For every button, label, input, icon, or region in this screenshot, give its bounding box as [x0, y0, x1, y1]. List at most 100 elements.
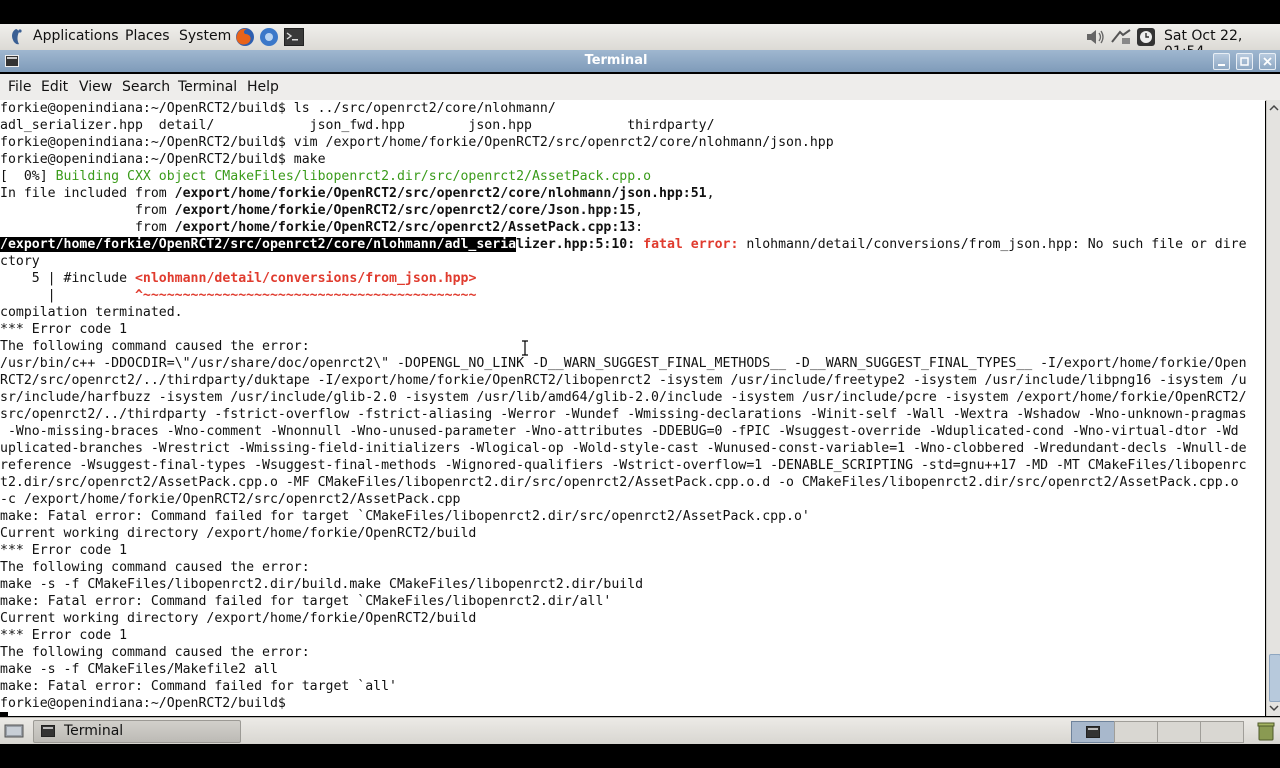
- window-title: Terminal: [584, 53, 648, 68]
- mail-client-icon[interactable]: [258, 26, 280, 48]
- caret-marker: ^~~~~~~~~~~~~~~~~~~~~~~~~~~~~~~~~~~~~~~~…: [134, 288, 477, 303]
- terminal-line: adl_serializer.hpp detail/ json_fwd.hpp …: [0, 118, 715, 133]
- terminal-line: /usr/bin/c++ -DDOCDIR=\"/usr/share/doc/o…: [0, 356, 1247, 371]
- terminal-line: reference -Wsuggest-final-types -Wsugges…: [0, 458, 1247, 473]
- include-path: /export/home/forkie/OpenRCT2/src/openrct…: [174, 186, 707, 201]
- trash-icon[interactable]: [1257, 721, 1275, 741]
- workspace-switcher[interactable]: [1071, 721, 1115, 743]
- terminal-line: -Wno-missing-braces -Wno-comment -Wnonnu…: [0, 424, 1239, 439]
- menu-view[interactable]: View: [79, 79, 112, 95]
- menu-edit[interactable]: Edit: [41, 79, 68, 95]
- close-icon: [1263, 57, 1272, 66]
- terminal-line: Current working directory /export/home/f…: [0, 611, 477, 626]
- terminal-line: *** Error code 1: [0, 322, 128, 337]
- terminal-line: forkie@openindiana:~/OpenRCT2/build$: [0, 696, 294, 711]
- caret-prefix: |: [0, 288, 135, 303]
- terminal-line: make -s -f CMakeFiles/Makefile2 all: [0, 662, 278, 677]
- clock-icon[interactable]: [1136, 27, 1156, 47]
- terminal-line: Current working directory /export/home/f…: [0, 526, 477, 541]
- window-titlebar[interactable]: Terminal: [0, 50, 1280, 72]
- terminal-line: compilation terminated.: [0, 305, 183, 320]
- terminal-task-icon: [41, 725, 55, 737]
- firefox-icon[interactable]: [234, 26, 256, 48]
- include-path: /export/home/forkie/OpenRCT2/src/openrct…: [174, 203, 636, 218]
- system-menu[interactable]: System: [179, 28, 231, 44]
- task-label: Terminal: [64, 723, 124, 739]
- error-location: lizer.hpp:5:10:: [516, 237, 636, 252]
- terminal-line: | ^~~~~~~~~~~~~~~~~~~~~~~~~~~~~~~~~~~~~~…: [0, 287, 1265, 304]
- terminal-line: -c /export/home/forkie/OpenRCT2/src/open…: [0, 492, 461, 507]
- terminal-line: In file included from /export/home/forki…: [0, 185, 1265, 202]
- menubar: File Edit View Search Terminal Help: [0, 74, 1280, 101]
- error-message: nlohmann/detail/conversions/from_json.hp…: [738, 237, 1247, 252]
- terminal-line: The following command caused the error:: [0, 560, 310, 575]
- terminal-line: t2.dir/src/openrct2/AssetPack.cpp.o -MF …: [0, 475, 1239, 490]
- include-sep: :: [635, 220, 644, 235]
- terminal-line: make: Fatal error: Command failed for ta…: [0, 594, 612, 609]
- network-icon[interactable]: [1110, 28, 1132, 46]
- include-sep: ,: [706, 186, 715, 201]
- source-prefix: 5 | #include: [0, 271, 135, 286]
- bottom-panel: Terminal: [0, 717, 1280, 744]
- terminal-line: The following command caused the error:: [0, 645, 310, 660]
- terminal-line: from /export/home/forkie/OpenRCT2/src/op…: [0, 219, 1265, 236]
- fatal-error-label: fatal error:: [643, 237, 739, 252]
- menu-search[interactable]: Search: [122, 79, 170, 95]
- source-include: <nlohmann/detail/conversions/from_json.h…: [134, 271, 477, 286]
- volume-icon[interactable]: [1085, 28, 1107, 46]
- terminal-line: forkie@openindiana:~/OpenRCT2/build$ ls …: [0, 101, 556, 116]
- minimize-icon: [1218, 64, 1225, 66]
- vertical-scrollbar[interactable]: [1266, 100, 1280, 716]
- scrollbar-thumb[interactable]: [1269, 654, 1280, 702]
- ibeam-cursor-icon: [522, 340, 528, 356]
- include-prefix: from: [0, 203, 175, 218]
- terminal-line: RCT2/src/openrct2/../thirdparty/duktape …: [0, 373, 1247, 388]
- maximize-icon: [1240, 57, 1249, 66]
- include-path: /export/home/forkie/OpenRCT2/src/openrct…: [174, 220, 636, 235]
- terminal-prompt[interactable]: [0, 712, 1265, 716]
- terminal-line: *** Error code 1: [0, 628, 128, 643]
- minimize-button[interactable]: [1213, 53, 1230, 70]
- terminal-line: 5 | #include <nlohmann/detail/conversion…: [0, 270, 1265, 287]
- workspace-3[interactable]: [1157, 721, 1201, 743]
- build-status: Building CXX object CMakeFiles/libopenrc…: [55, 169, 652, 184]
- terminal-line: ctory: [0, 254, 40, 269]
- terminal-line: uplicated-branches -Wrestrict -Wmissing-…: [0, 441, 1247, 456]
- terminal-line: *** Error code 1: [0, 543, 128, 558]
- terminal-line: sr/include/harfbuzz -isystem /usr/includ…: [0, 390, 1247, 405]
- terminal-launcher-icon[interactable]: [284, 28, 304, 46]
- terminal-line: forkie@openindiana:~/OpenRCT2/build$ vim…: [0, 135, 834, 150]
- terminal-output[interactable]: forkie@openindiana:~/OpenRCT2/build$ ls …: [0, 100, 1265, 716]
- progress-prefix: [ 0%]: [0, 169, 56, 184]
- maximize-button[interactable]: [1236, 53, 1253, 70]
- foot-logo-icon[interactable]: [7, 27, 25, 47]
- terminal-line: make: Fatal error: Command failed for ta…: [0, 679, 397, 694]
- places-menu[interactable]: Places: [125, 28, 170, 44]
- workspace-2[interactable]: [1114, 721, 1158, 743]
- terminal-line: forkie@openindiana:~/OpenRCT2/build$ mak…: [0, 152, 326, 167]
- terminal-line: /export/home/forkie/OpenRCT2/src/openrct…: [0, 236, 1265, 253]
- taskbar-terminal-button[interactable]: Terminal: [33, 720, 241, 743]
- terminal-line: make -s -f CMakeFiles/libopenrct2.dir/bu…: [0, 577, 644, 592]
- include-prefix: In file included from: [0, 186, 175, 201]
- selected-text[interactable]: /export/home/forkie/OpenRCT2/src/openrct…: [0, 237, 517, 252]
- workspace-4[interactable]: [1200, 721, 1244, 743]
- menu-help[interactable]: Help: [247, 79, 279, 95]
- include-sep: ,: [635, 203, 644, 218]
- workspace-window-icon: [1086, 726, 1100, 738]
- scroll-up-icon[interactable]: [1267, 102, 1280, 114]
- close-button[interactable]: [1259, 53, 1276, 70]
- terminal-line: from /export/home/forkie/OpenRCT2/src/op…: [0, 202, 1265, 219]
- applications-menu[interactable]: Applications: [33, 28, 119, 44]
- menu-terminal[interactable]: Terminal: [178, 79, 237, 95]
- menu-file[interactable]: File: [8, 79, 31, 95]
- terminal-line: The following command caused the error:: [0, 339, 310, 354]
- terminal-line: [ 0%] Building CXX object CMakeFiles/lib…: [0, 168, 1265, 185]
- text-cursor: [0, 712, 8, 716]
- terminal-line: make: Fatal error: Command failed for ta…: [0, 509, 810, 524]
- include-prefix: from: [0, 220, 175, 235]
- top-panel: Applications Places System Sat Oct 22, 0…: [0, 24, 1280, 60]
- scroll-down-icon[interactable]: [1267, 702, 1280, 714]
- show-desktop-icon[interactable]: [4, 722, 24, 740]
